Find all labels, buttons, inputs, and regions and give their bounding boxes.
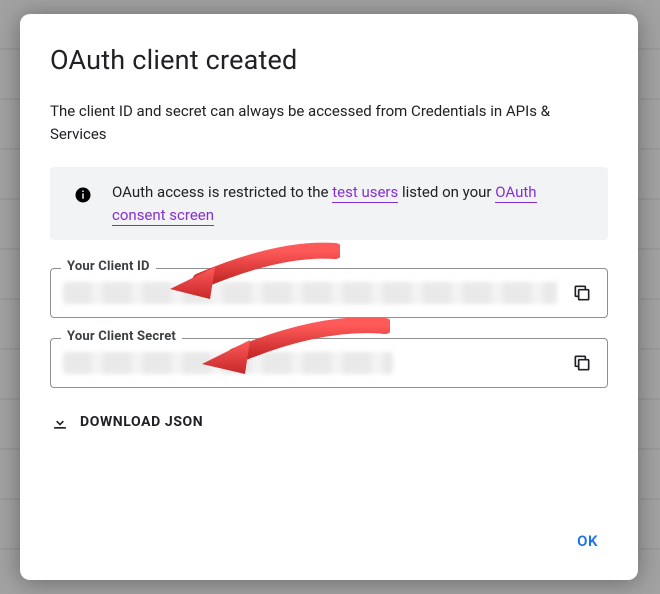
test-users-link[interactable]: test users: [332, 183, 398, 203]
client-secret-field: Your Client Secret: [50, 338, 608, 388]
info-text-prefix: OAuth access is restricted to the: [112, 183, 332, 201]
info-icon: [72, 184, 94, 206]
client-secret-value: [63, 352, 393, 374]
oauth-client-created-dialog: OAuth client created The client ID and s…: [20, 14, 638, 580]
info-banner-text: OAuth access is restricted to the test u…: [112, 181, 590, 226]
download-icon: [50, 412, 70, 432]
download-json-button[interactable]: DOWNLOAD JSON: [50, 412, 203, 432]
download-json-label: DOWNLOAD JSON: [80, 414, 203, 430]
client-id-value: [63, 282, 557, 304]
dialog-subtitle: The client ID and secret can always be a…: [50, 100, 608, 145]
copy-icon: [572, 283, 592, 303]
info-banner: OAuth access is restricted to the test u…: [50, 167, 608, 240]
dialog-title: OAuth client created: [50, 44, 608, 76]
copy-client-id-button[interactable]: [569, 280, 595, 306]
client-id-field: Your Client ID: [50, 268, 608, 318]
copy-icon: [572, 353, 592, 373]
copy-client-secret-button[interactable]: [569, 350, 595, 376]
ok-button[interactable]: OK: [567, 524, 608, 558]
info-text-middle: listed on your: [402, 183, 495, 201]
dialog-actions: OK: [50, 524, 608, 558]
client-id-label: Your Client ID: [61, 259, 156, 274]
client-secret-label: Your Client Secret: [61, 329, 182, 344]
